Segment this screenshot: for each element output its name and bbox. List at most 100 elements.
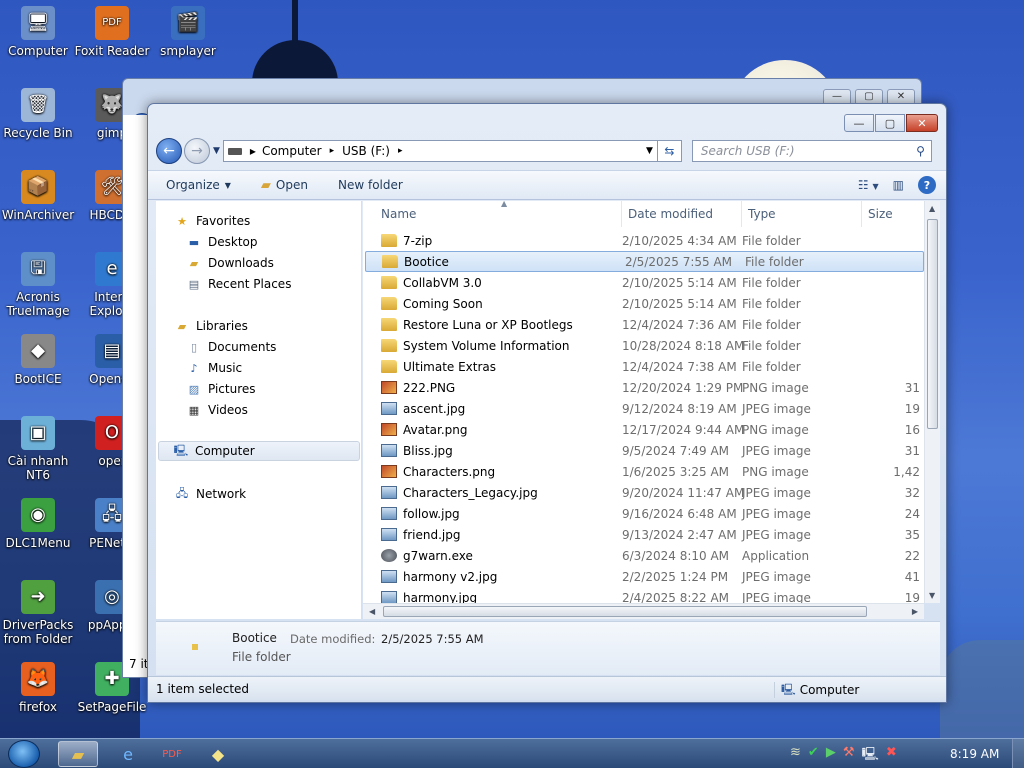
file-row[interactable]: Bliss.jpg 9/5/2024 7:49 AM JPEG image 31 [363, 440, 924, 461]
search-icon[interactable]: ⚲ [916, 144, 925, 158]
desktop-icon-dlc1menu[interactable]: ◉ DLC1Menu [0, 498, 76, 550]
file-row[interactable]: Characters_Legacy.jpg 9/20/2024 11:47 AM J… [363, 482, 924, 503]
app-icon: PDF [95, 6, 129, 40]
tray-volume-icon[interactable]: ✖ [886, 745, 897, 767]
forward-button[interactable]: → [184, 138, 210, 164]
column-header-date[interactable]: Date modified [622, 201, 742, 227]
desktop-icon-computer[interactable]: 🖥 Computer [0, 6, 76, 58]
show-desktop-button[interactable] [1012, 739, 1024, 768]
desktop-icon-label: SetPageFile [77, 700, 147, 714]
taskbar-internet-explorer[interactable]: e [108, 741, 148, 767]
explorer-window[interactable]: — ▢ ✕ ← → ▼ ▸ Computer ▸ USB (F:) ▸ ▼ ⇆ … [147, 103, 947, 703]
computer-icon: 🖳 [173, 443, 189, 457]
column-header-type[interactable]: Type [742, 201, 862, 227]
file-date: 9/5/2024 7:49 AM [622, 443, 730, 458]
address-bar[interactable]: ▸ Computer ▸ USB (F:) ▸ ▼ [222, 140, 658, 162]
file-row[interactable]: Ultimate Extras 12/4/2024 7:38 AM File fol… [363, 356, 924, 377]
desktop-icon-acronis-trueimage[interactable]: 🖫 Acronis TrueImage [0, 252, 76, 318]
desktop-icon-driverpacks-from-folder[interactable]: ➜ DriverPacks from Folder [0, 580, 76, 646]
scroll-right-icon[interactable]: ▶ [912, 607, 918, 616]
taskbar-smplayer[interactable]: ◆ [198, 741, 238, 767]
desktop-icon-winarchiver[interactable]: 📦 WinArchiver [0, 170, 76, 222]
file-row[interactable]: ascent.jpg 9/12/2024 8:19 AM JPEG image 19 [363, 398, 924, 419]
desktop-icon-recycle-bin[interactable]: 🗑 Recycle Bin [0, 88, 76, 140]
address-separator[interactable]: ▸ [250, 144, 256, 158]
scroll-down-icon[interactable]: ▼ [929, 591, 935, 600]
file-row[interactable]: g7warn.exe 6/3/2024 8:10 AM Application 22 [363, 545, 924, 566]
open-button[interactable]: ▰ Open [261, 178, 308, 193]
nav-recent-places[interactable]: ▤ Recent Places [156, 274, 361, 294]
address-separator[interactable]: ▸ [330, 146, 335, 156]
tray-play-icon[interactable]: ▶ [826, 745, 836, 767]
nav-videos[interactable]: ▦ Videos [156, 400, 361, 420]
nav-music[interactable]: ♪ Music [156, 358, 361, 378]
file-row[interactable]: 7-zip 2/10/2025 4:34 AM File folder [363, 230, 924, 251]
file-row[interactable]: Coming Soon 2/10/2025 5:14 AM File folder [363, 293, 924, 314]
nav-documents[interactable]: ▯ Documents [156, 337, 361, 357]
minimize-button[interactable]: — [844, 114, 874, 132]
preview-pane-button[interactable]: ▥ [893, 178, 904, 192]
navigation-row: ← → ▼ ▸ Computer ▸ USB (F:) ▸ ▼ ⇆ Search… [156, 137, 938, 165]
search-input[interactable]: Search USB (F:) ⚲ [691, 140, 932, 162]
file-size: 22 [904, 548, 920, 563]
tray-network-icon[interactable]: 🖳 [861, 745, 878, 767]
address-separator[interactable]: ▸ [398, 146, 403, 156]
taskbar-pdf[interactable]: PDF [152, 741, 192, 767]
refresh-button[interactable]: ⇆ [657, 140, 682, 162]
desktop-icon-c-i-nhanh-nt6[interactable]: ▣ Cài nhanh NT6 [0, 416, 76, 482]
recent-pages-dropdown[interactable]: ▼ [213, 146, 220, 156]
file-date: 9/13/2024 2:47 AM [622, 527, 737, 542]
app-icon: 🖥 [21, 6, 55, 40]
nav-favorites[interactable]: ★ Favorites [156, 211, 361, 231]
desktop-icon-bootice[interactable]: ◆ BootICE [0, 334, 76, 386]
view-options-button[interactable]: ☷ ▼ [858, 178, 879, 192]
tray-tool-icon[interactable]: ⚒ [843, 745, 855, 767]
nav-libraries[interactable]: ▰ Libraries [156, 316, 361, 336]
nav-desktop[interactable]: ▬ Desktop [156, 232, 361, 252]
crumb-computer[interactable]: Computer [262, 144, 322, 158]
horizontal-scrollbar[interactable]: ◀ ▶ [363, 603, 924, 619]
file-row[interactable]: 222.PNG 12/20/2024 1:29 PM PNG image 31 [363, 377, 924, 398]
vertical-scroll-thumb[interactable] [927, 219, 938, 429]
close-button[interactable]: ✕ [906, 114, 938, 132]
back-button[interactable]: ← [156, 138, 182, 164]
maximize-button[interactable]: ▢ [875, 114, 905, 132]
column-header-size[interactable]: Size [862, 201, 924, 227]
scroll-left-icon[interactable]: ◀ [369, 607, 375, 616]
nav-downloads[interactable]: ▰ Downloads [156, 253, 361, 273]
organize-button[interactable]: Organize ▼ [166, 178, 231, 192]
nav-network[interactable]: 🖧 Network [156, 484, 361, 504]
file-row[interactable]: Avatar.png 12/17/2024 9:44 AM PNG image 16 [363, 419, 924, 440]
image-file-icon [381, 381, 397, 394]
file-row[interactable]: follow.jpg 9/16/2024 6:48 AM JPEG image 24 [363, 503, 924, 524]
file-row[interactable]: Restore Luna or XP Bootlegs 12/4/2024 7:3… [363, 314, 924, 335]
file-row[interactable]: System Volume Information 10/28/2024 8:18… [363, 335, 924, 356]
search-placeholder: Search USB (F:) [700, 144, 795, 158]
file-row[interactable]: CollabVM 3.0 2/10/2025 5:14 AM File folder [363, 272, 924, 293]
address-dropdown-icon[interactable]: ▼ [646, 146, 653, 156]
start-button[interactable] [8, 740, 40, 768]
folder-icon [192, 644, 198, 650]
taskbar-explorer[interactable]: ▰ [58, 741, 98, 767]
file-row[interactable]: Characters.png 1/6/2025 3:25 AM PNG image 1… [363, 461, 924, 482]
videos-icon: ▦ [188, 403, 200, 417]
nav-computer[interactable]: 🖳 Computer [158, 441, 360, 461]
vertical-scrollbar[interactable]: ▲ ▼ [924, 201, 940, 603]
file-row[interactable]: Bootice 2/5/2025 7:55 AM File folder [365, 251, 924, 272]
tray-stack-icon[interactable]: ≋ [790, 745, 801, 767]
new-folder-button[interactable]: New folder [338, 178, 403, 192]
taskbar-clock[interactable]: 8:19 AM [950, 747, 999, 761]
desktop-icon-smplayer[interactable]: 🎬 smplayer [150, 6, 226, 58]
tray-shield-icon[interactable]: ✔ [808, 745, 819, 767]
scroll-up-icon[interactable]: ▲ [929, 204, 935, 213]
file-date: 1/6/2025 3:25 AM [622, 464, 730, 479]
file-row[interactable]: friend.jpg 9/13/2024 2:47 AM JPEG image 35 [363, 524, 924, 545]
crumb-usb[interactable]: USB (F:) [342, 144, 390, 158]
nav-pictures[interactable]: ▨ Pictures [156, 379, 361, 399]
file-row[interactable]: harmony v2.jpg 2/2/2025 1:24 PM JPEG image… [363, 566, 924, 587]
desktop-icon-firefox[interactable]: 🦊 firefox [0, 662, 76, 714]
horizontal-scroll-thumb[interactable] [383, 606, 867, 617]
column-header-name[interactable]: Name [363, 201, 622, 227]
desktop-icon-foxit-reader[interactable]: PDF Foxit Reader [74, 6, 150, 58]
help-button[interactable]: ? [918, 176, 936, 194]
